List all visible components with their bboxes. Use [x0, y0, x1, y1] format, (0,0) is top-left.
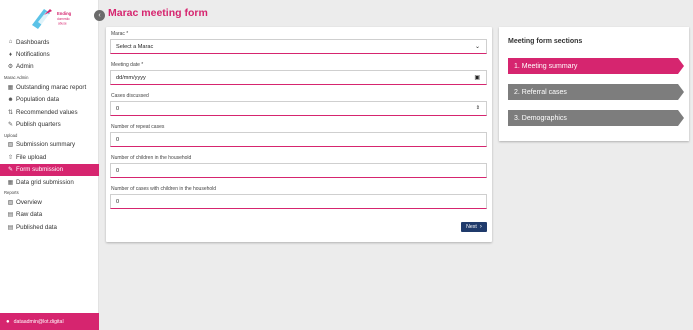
people-icon: ☻: [7, 96, 14, 103]
section-tab-label: 3. Demographics: [514, 114, 567, 122]
next-button-label: Next: [466, 224, 477, 230]
sidebar-item-published-data[interactable]: ▤ Published data: [0, 221, 99, 233]
cases-with-children-input[interactable]: 0: [110, 194, 487, 209]
calendar-icon[interactable]: ▣: [474, 74, 480, 81]
children-label: Number of children in the household: [111, 155, 192, 161]
report-icon: ▦: [7, 84, 14, 91]
sliders-icon: ⇅: [7, 109, 14, 116]
cases-with-children-value: 0: [116, 198, 120, 205]
section-tab-demographics[interactable]: 3. Demographics: [508, 110, 684, 126]
tab-arrow: [678, 110, 684, 126]
upload-icon: ⇧: [7, 154, 14, 161]
sidebar-item-label: Notifications: [16, 51, 50, 59]
user-account-bar[interactable]: ● dataadmin@lot.digital: [0, 313, 99, 330]
tab-arrow: [678, 84, 684, 100]
marac-select[interactable]: Select a Marac ⌄: [110, 39, 487, 54]
section-tab-label: 1. Meeting summary: [514, 62, 578, 70]
sidebar-item-label: File upload: [16, 153, 47, 161]
cases-discussed-label: Cases discussed: [111, 93, 149, 99]
marac-select-value: Select a Marac: [116, 43, 154, 50]
logo-text-3: abuse: [58, 22, 67, 26]
sidebar-item-label: Submission summary: [16, 141, 76, 149]
stepper-icon[interactable]: ⇕: [476, 105, 480, 111]
sidebar-item-admin[interactable]: ⚙ Admin: [0, 61, 99, 73]
section-tab-referral-cases[interactable]: 2. Referral cases: [508, 84, 684, 100]
file-icon: ▧: [7, 199, 14, 206]
sidebar-item-submission-summary[interactable]: ▧ Submission summary: [0, 139, 99, 151]
data-icon: ▤: [7, 212, 14, 219]
sidebar-item-label: Recommended values: [16, 108, 78, 116]
sidebar-item-label: Outstanding marac report: [16, 83, 87, 91]
collapse-sidebar-button[interactable]: ‹: [94, 10, 105, 21]
sidebar-item-label: Raw data: [16, 211, 43, 219]
file-icon: ▧: [7, 142, 14, 149]
sidebar-item-outstanding-report[interactable]: ▦ Outstanding marac report: [0, 81, 99, 93]
cases-discussed-input[interactable]: 0 ⇕: [110, 101, 487, 116]
chevron-down-icon: ⌄: [474, 44, 480, 50]
section-label-reports: Reports: [4, 190, 19, 196]
sidebar-item-label: Data grid submission: [16, 178, 74, 186]
published-icon: ▤: [7, 224, 14, 231]
sidebar-item-dashboards[interactable]: ⌂ Dashboards: [0, 36, 99, 48]
meeting-date-value: dd/mm/yyyy: [116, 74, 146, 81]
logo-text-2: domestic: [57, 17, 70, 21]
children-value: 0: [116, 167, 120, 174]
sidebar-item-label: Admin: [16, 63, 34, 71]
sidebar-item-form-submission[interactable]: ✎ Form submission: [0, 163, 99, 176]
sidebar-item-overview[interactable]: ▧ Overview: [0, 196, 99, 208]
sidebar-item-label: Published data: [16, 223, 57, 231]
gear-icon: ⚙: [7, 64, 14, 71]
app-logo[interactable]: Ending domestic abuse: [28, 5, 74, 31]
section-label-marac-admin: Marac Admin: [4, 75, 29, 81]
children-input[interactable]: 0: [110, 163, 487, 178]
repeat-cases-label: Number of repeat cases: [111, 124, 165, 130]
cases-with-children-label: Number of cases with children in the hou…: [111, 186, 217, 192]
section-tab-meeting-summary[interactable]: 1. Meeting summary: [508, 58, 684, 74]
sidebar-nav: ⌂ Dashboards ♦ Notifications ⚙ Admin Mar…: [0, 36, 99, 233]
sidebar-item-recommended-values[interactable]: ⇅ Recommended values: [0, 106, 99, 118]
meeting-date-input[interactable]: dd/mm/yyyy ▣: [110, 70, 487, 85]
meeting-form-sections: Meeting form sections 1. Meeting summary…: [499, 27, 689, 141]
meeting-date-label: Meeting date *: [111, 62, 144, 68]
chevron-right-icon: ›: [479, 224, 482, 230]
publish-icon: ✎: [7, 122, 14, 129]
meeting-form: Marac * Select a Marac ⌄ Meeting date * …: [106, 27, 492, 242]
chevron-left-icon: ‹: [98, 12, 101, 19]
sidebar-item-publish-quarters[interactable]: ✎ Publish quarters: [0, 118, 99, 130]
sidebar: Ending domestic abuse ⌂ Dashboards ♦ Not…: [0, 0, 99, 330]
sidebar-item-file-upload[interactable]: ⇧ File upload: [0, 151, 99, 163]
logo-text-1: Ending: [57, 11, 72, 16]
marac-label: Marac *: [111, 31, 129, 37]
user-email: dataadmin@lot.digital: [13, 318, 64, 325]
bell-icon: ♦: [8, 51, 13, 58]
sidebar-item-label: Dashboards: [16, 38, 50, 46]
sidebar-item-data-grid-submission[interactable]: ▦ Data grid submission: [0, 176, 99, 188]
next-button[interactable]: Next ›: [461, 222, 487, 232]
tab-arrow: [678, 58, 684, 74]
grid-icon: ▦: [7, 179, 14, 186]
sidebar-item-population-data[interactable]: ☻ Population data: [0, 94, 99, 106]
home-icon: ⌂: [8, 39, 13, 46]
repeat-cases-value: 0: [116, 136, 120, 143]
sidebar-item-label: Overview: [16, 198, 42, 206]
sidebar-item-notifications[interactable]: ♦ Notifications: [0, 48, 99, 60]
sidebar-item-label: Publish quarters: [16, 121, 61, 129]
cases-discussed-value: 0: [116, 105, 120, 112]
repeat-cases-input[interactable]: 0: [110, 132, 487, 147]
user-icon: ●: [6, 318, 10, 325]
page-title: Marac meeting form: [108, 7, 208, 19]
sidebar-item-raw-data[interactable]: ▤ Raw data: [0, 209, 99, 221]
edit-icon: ✎: [7, 167, 14, 174]
section-label-upload: Upload: [4, 132, 18, 138]
sidebar-item-label: Population data: [16, 96, 60, 104]
section-tab-label: 2. Referral cases: [514, 88, 567, 96]
sidebar-item-label: Form submission: [16, 166, 64, 174]
sections-title: Meeting form sections: [508, 38, 583, 45]
